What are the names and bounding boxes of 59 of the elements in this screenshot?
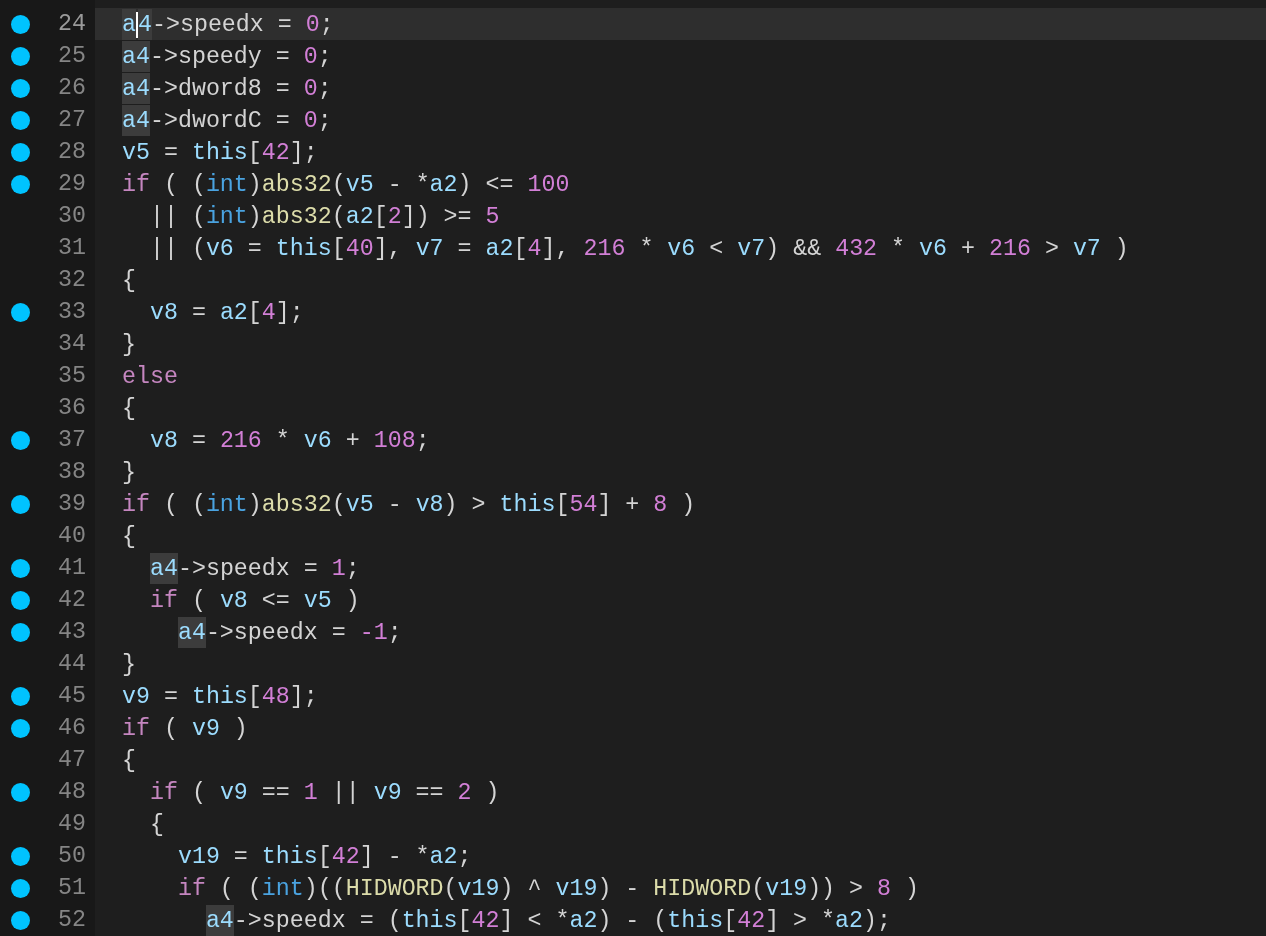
code-line: v5 = this[42]; xyxy=(122,139,318,168)
code-line: a4->dwordC = 0; xyxy=(122,105,332,137)
code-line: || (int)abs32(a2[2]) >= 5 xyxy=(148,203,500,232)
code-line: if ( (int)((HIDWORD(v19) ^ v19) - HIDWORD(v19)) > 8 ) xyxy=(176,875,919,904)
line-number: 51 xyxy=(58,874,86,903)
code-line: a4->speedx = -1; xyxy=(122,617,402,649)
code-line: a4->dword8 = 0; xyxy=(122,73,332,105)
code-line: if ( v9 ) xyxy=(122,715,248,744)
line-number: 32 xyxy=(58,266,86,295)
line-number: 35 xyxy=(58,362,86,391)
line-number: 49 xyxy=(58,810,86,839)
line-number: 41 xyxy=(58,554,86,583)
line-number: 40 xyxy=(58,522,86,551)
code-line: if ( v9 == 1 || v9 == 2 ) xyxy=(148,779,500,808)
code-line: a4->speedx = 1; xyxy=(122,553,360,585)
code-line: || (v6 = this[40], v7 = a2[4], 216 * v6 < v7) && 432 * v6 + 216 > v7 ) xyxy=(148,235,1129,264)
line-number: 31 xyxy=(58,234,86,263)
line-number: 46 xyxy=(58,714,86,743)
code-line: { xyxy=(122,747,136,776)
code-line: a4->speedx = (this[42] < *a2) - (this[42] > *a2); xyxy=(122,905,891,936)
line-number: 26 xyxy=(58,74,86,103)
line-number: 37 xyxy=(58,426,86,455)
line-number: 34 xyxy=(58,330,86,359)
code-line: a4->speedx = 0; xyxy=(122,9,334,41)
line-number: 48 xyxy=(58,778,86,807)
code-line: if ( v8 <= v5 ) xyxy=(148,587,360,616)
line-number: 45 xyxy=(58,682,86,711)
code-line: { xyxy=(122,267,136,296)
line-number: 39 xyxy=(58,490,86,519)
line-number: 29 xyxy=(58,170,86,199)
line-number: 36 xyxy=(58,394,86,423)
line-number: 25 xyxy=(58,42,86,71)
code-line: v9 = this[48]; xyxy=(122,683,318,712)
line-number: 47 xyxy=(58,746,86,775)
code-line: } xyxy=(122,459,136,488)
line-number: 44 xyxy=(58,650,86,679)
line-number: 38 xyxy=(58,458,86,487)
code-line: } xyxy=(122,331,136,360)
code-line: { xyxy=(122,523,136,552)
line-number: 30 xyxy=(58,202,86,231)
line-number: 27 xyxy=(58,106,86,135)
code-line: v19 = this[42] - *a2; xyxy=(176,843,472,872)
code-line: if ( (int)abs32(v5 - *a2) <= 100 xyxy=(122,171,570,200)
code-line: } xyxy=(122,651,136,680)
line-number: 42 xyxy=(58,586,86,615)
code-line: else xyxy=(122,363,178,392)
text-cursor xyxy=(136,12,138,38)
line-number: 50 xyxy=(58,842,86,871)
line-number: 33 xyxy=(58,298,86,327)
line-number: 43 xyxy=(58,618,86,647)
code-line: { xyxy=(148,811,164,840)
code-line: v8 = a2[4]; xyxy=(148,299,304,328)
line-number: 24 xyxy=(58,10,86,39)
code-line: if ( (int)abs32(v5 - v8) > this[54] + 8 ) xyxy=(122,491,696,520)
code-line: { xyxy=(122,395,136,424)
code-line: v8 = 216 * v6 + 108; xyxy=(148,427,430,456)
line-number: 52 xyxy=(58,906,86,935)
line-number: 28 xyxy=(58,138,86,167)
code-line: a4->speedy = 0; xyxy=(122,41,332,73)
